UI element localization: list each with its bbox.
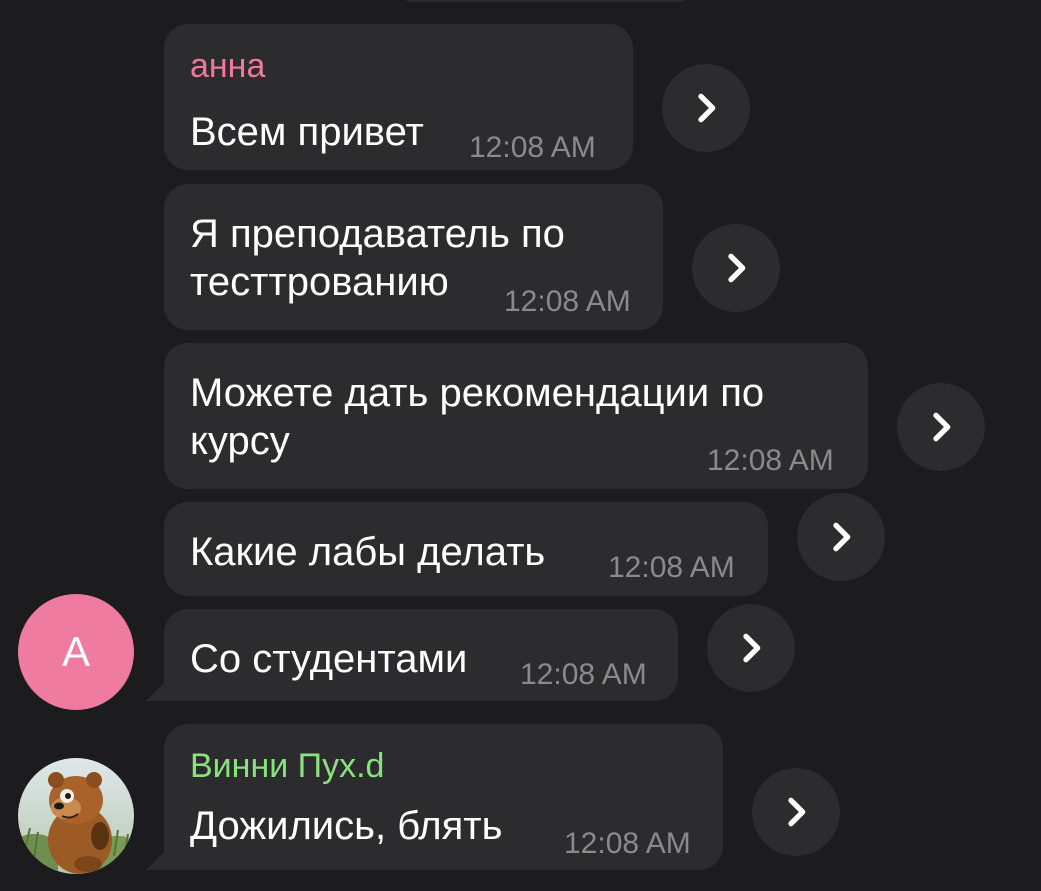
message-text: Дожились, блять: [190, 804, 503, 848]
chevron-right-icon: [743, 633, 761, 663]
chevron-right-icon: [833, 522, 851, 552]
message-text: Всем привет: [190, 110, 424, 154]
sender-name[interactable]: Винни Пух.d: [190, 746, 384, 786]
message-text: Какие лабы делать: [190, 530, 546, 574]
message-time: 12:08 AM: [504, 285, 631, 318]
avatar-letter: А: [61, 628, 90, 675]
message-bubble[interactable]: Со студентами 12:08 AM: [164, 609, 678, 701]
sender-name[interactable]: анна: [190, 46, 265, 86]
message-text: Можете дать рекомендации по курсу: [190, 371, 765, 463]
message-time: 12:08 AM: [469, 131, 596, 164]
chevron-right-icon: [728, 253, 746, 283]
share-button[interactable]: [707, 604, 795, 692]
share-button[interactable]: [662, 64, 750, 152]
message-text: Со студентами: [190, 637, 468, 681]
winnie-the-pooh-icon: [18, 758, 134, 874]
message-time: 12:08 AM: [608, 551, 735, 584]
chevron-right-icon: [788, 797, 806, 827]
message-bubble[interactable]: Я преподаватель по тесттрованию 12:08 AM: [164, 184, 663, 330]
share-button[interactable]: [797, 493, 885, 581]
message-bubble[interactable]: Какие лабы делать 12:08 AM: [164, 502, 768, 596]
message-time: 12:08 AM: [707, 444, 834, 477]
share-button[interactable]: [897, 383, 985, 471]
message-bubble[interactable]: анна Всем привет 12:08 AM: [164, 24, 633, 170]
share-button[interactable]: [692, 224, 780, 312]
avatar[interactable]: А: [18, 594, 134, 710]
message-bubble[interactable]: Винни Пух.d Дожились, блять 12:08 AM: [164, 724, 723, 870]
share-button[interactable]: [752, 768, 840, 856]
message-time: 12:08 AM: [564, 827, 691, 860]
chevron-right-icon: [698, 93, 716, 123]
winnie-the-pooh-avatar[interactable]: [18, 758, 134, 874]
chevron-right-icon: [933, 412, 951, 442]
message-bubble[interactable]: Можете дать рекомендации по курсу 12:08 …: [164, 343, 868, 489]
previous-message-bubble: [400, 0, 690, 2]
message-time: 12:08 AM: [520, 658, 647, 691]
